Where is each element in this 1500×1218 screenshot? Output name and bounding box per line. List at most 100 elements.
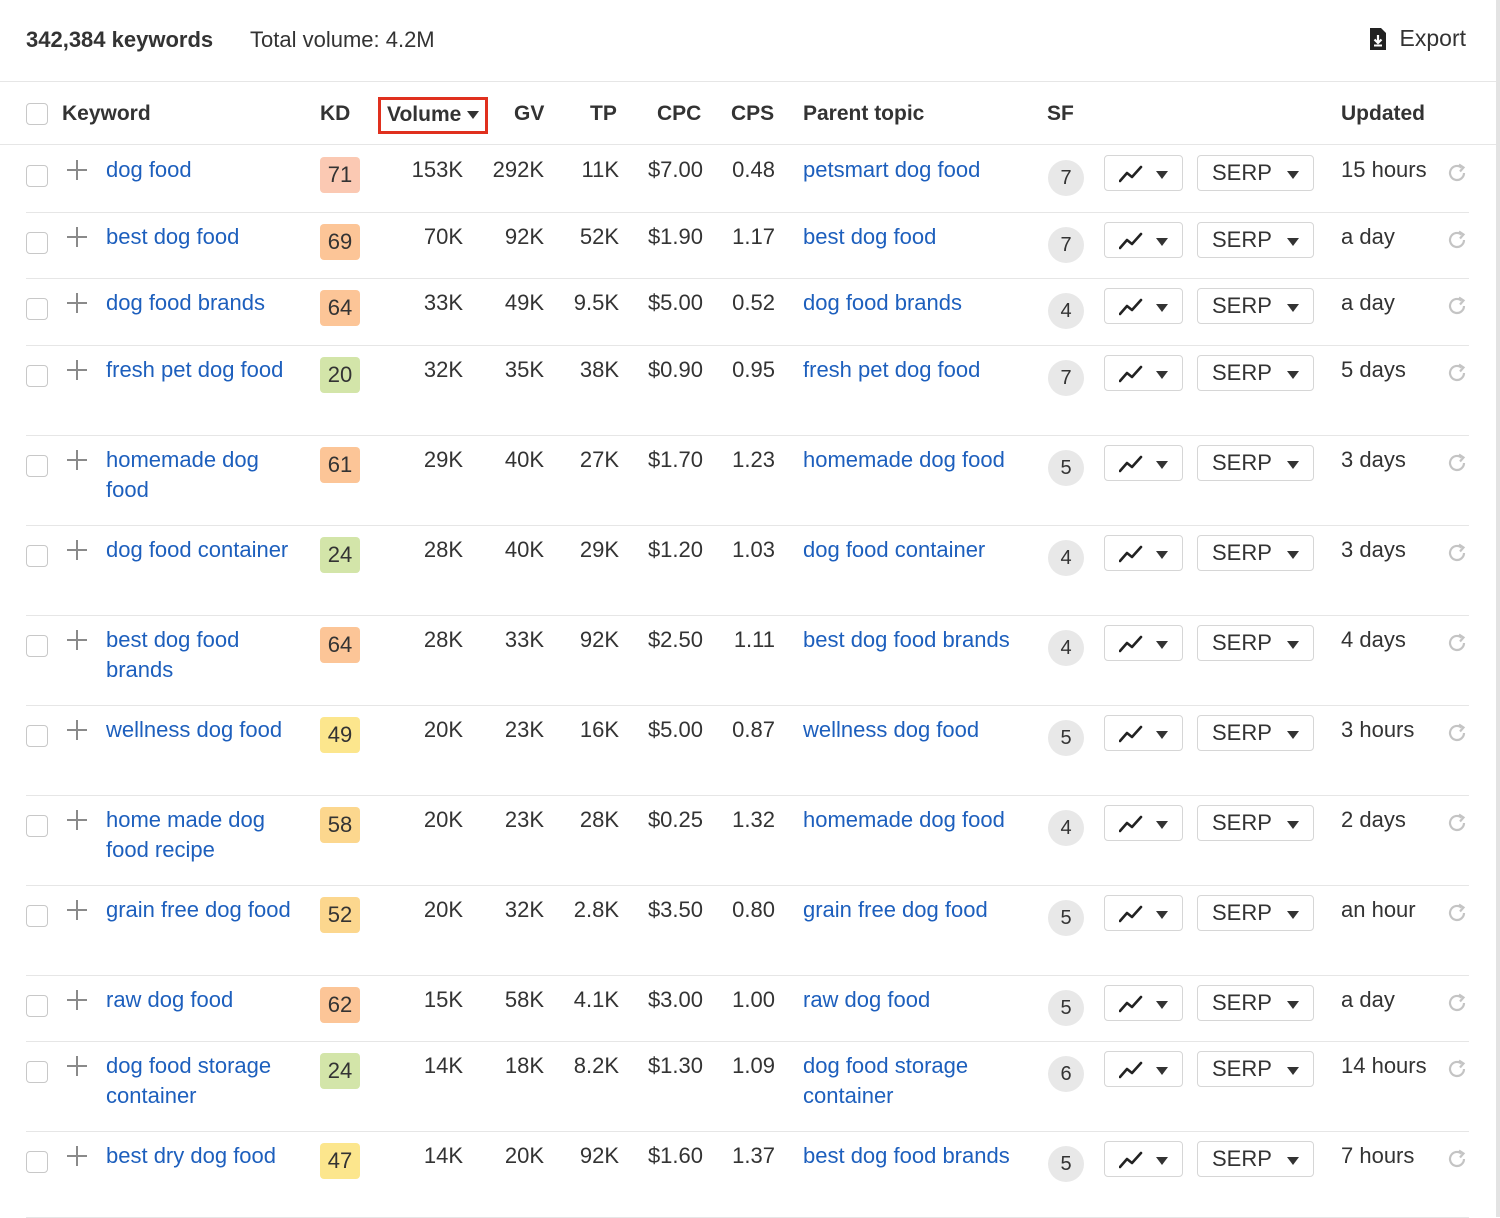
keyword-link[interactable]: wellness dog food [106,715,306,745]
refresh-icon[interactable] [1446,229,1468,256]
parent-topic-link[interactable]: raw dog food [803,985,1018,1015]
refresh-icon[interactable] [1446,452,1468,479]
keyword-link[interactable]: raw dog food [106,985,306,1015]
column-header-sf[interactable]: SF [1047,102,1074,126]
serp-dropdown-button[interactable]: SERP [1197,625,1314,661]
keyword-link[interactable]: dog food container [106,535,306,565]
serp-dropdown-button[interactable]: SERP [1197,1051,1314,1087]
add-to-list-plus-icon[interactable] [66,899,88,921]
parent-topic-link[interactable]: wellness dog food [803,715,1018,745]
parent-topic-link[interactable]: fresh pet dog food [803,355,1018,385]
refresh-icon[interactable] [1446,295,1468,322]
trend-dropdown-button[interactable] [1104,445,1183,481]
refresh-icon[interactable] [1446,542,1468,569]
trend-dropdown-button[interactable] [1104,715,1183,751]
keyword-link[interactable]: fresh pet dog food [106,355,306,385]
add-to-list-plus-icon[interactable] [66,159,88,181]
vertical-scrollbar[interactable] [1496,0,1500,1217]
serp-dropdown-button[interactable]: SERP [1197,155,1314,191]
serp-features-count[interactable]: 7 [1048,160,1084,196]
parent-topic-link[interactable]: best dog food brands [803,1141,1018,1171]
serp-dropdown-button[interactable]: SERP [1197,805,1314,841]
serp-features-count[interactable]: 7 [1048,360,1084,396]
trend-dropdown-button[interactable] [1104,1141,1183,1177]
trend-dropdown-button[interactable] [1104,222,1183,258]
add-to-list-plus-icon[interactable] [66,292,88,314]
trend-dropdown-button[interactable] [1104,1051,1183,1087]
serp-features-count[interactable]: 7 [1048,227,1084,263]
add-to-list-plus-icon[interactable] [66,1145,88,1167]
parent-topic-link[interactable]: homemade dog food [803,805,1018,835]
trend-dropdown-button[interactable] [1104,535,1183,571]
parent-topic-link[interactable]: dog food brands [803,288,1018,318]
trend-dropdown-button[interactable] [1104,985,1183,1021]
serp-features-count[interactable]: 4 [1048,810,1084,846]
serp-dropdown-button[interactable]: SERP [1197,445,1314,481]
row-checkbox[interactable] [26,298,48,320]
add-to-list-plus-icon[interactable] [66,449,88,471]
refresh-icon[interactable] [1446,1148,1468,1175]
keyword-link[interactable]: homemade dog food [106,445,306,505]
row-checkbox[interactable] [26,905,48,927]
row-checkbox[interactable] [26,1151,48,1173]
refresh-icon[interactable] [1446,992,1468,1019]
column-header-volume-highlighted[interactable]: Volume [378,97,488,134]
parent-topic-link[interactable]: petsmart dog food [803,155,1018,185]
column-header-updated[interactable]: Updated [1341,102,1425,126]
row-checkbox[interactable] [26,165,48,187]
keyword-link[interactable]: grain free dog food [106,895,306,925]
serp-features-count[interactable]: 4 [1048,293,1084,329]
serp-dropdown-button[interactable]: SERP [1197,985,1314,1021]
serp-features-count[interactable]: 6 [1048,1056,1084,1092]
column-header-kd[interactable]: KD [320,102,350,126]
serp-dropdown-button[interactable]: SERP [1197,895,1314,931]
column-header-keyword[interactable]: Keyword [62,102,151,126]
keyword-link[interactable]: dog food [106,155,306,185]
row-checkbox[interactable] [26,635,48,657]
trend-dropdown-button[interactable] [1104,355,1183,391]
parent-topic-link[interactable]: dog food container [803,535,1018,565]
parent-topic-link[interactable]: best dog food [803,222,1018,252]
trend-dropdown-button[interactable] [1104,895,1183,931]
add-to-list-plus-icon[interactable] [66,629,88,651]
keyword-link[interactable]: best dog food brands [106,625,306,685]
row-checkbox[interactable] [26,365,48,387]
keyword-link[interactable]: dog food brands [106,288,306,318]
serp-features-count[interactable]: 5 [1048,900,1084,936]
serp-features-count[interactable]: 5 [1048,990,1084,1026]
column-header-cps[interactable]: CPS [731,102,774,126]
add-to-list-plus-icon[interactable] [66,359,88,381]
trend-dropdown-button[interactable] [1104,288,1183,324]
row-checkbox[interactable] [26,995,48,1017]
parent-topic-link[interactable]: grain free dog food [803,895,1018,925]
column-header-volume[interactable]: Volume [387,103,480,127]
trend-dropdown-button[interactable] [1104,805,1183,841]
serp-dropdown-button[interactable]: SERP [1197,715,1314,751]
refresh-icon[interactable] [1446,362,1468,389]
column-header-gv[interactable]: GV [514,102,544,126]
refresh-icon[interactable] [1446,1058,1468,1085]
parent-topic-link[interactable]: dog food storage container [803,1051,1018,1111]
keyword-link[interactable]: best dry dog food [106,1141,306,1171]
refresh-icon[interactable] [1446,902,1468,929]
serp-features-count[interactable]: 5 [1048,720,1084,756]
keyword-link[interactable]: dog food storage container [106,1051,306,1111]
serp-features-count[interactable]: 4 [1048,540,1084,576]
add-to-list-plus-icon[interactable] [66,1055,88,1077]
serp-dropdown-button[interactable]: SERP [1197,288,1314,324]
serp-features-count[interactable]: 5 [1048,450,1084,486]
serp-dropdown-button[interactable]: SERP [1197,222,1314,258]
row-checkbox[interactable] [26,455,48,477]
add-to-list-plus-icon[interactable] [66,226,88,248]
refresh-icon[interactable] [1446,162,1468,189]
keyword-link[interactable]: best dog food [106,222,306,252]
parent-topic-link[interactable]: homemade dog food [803,445,1018,475]
add-to-list-plus-icon[interactable] [66,719,88,741]
refresh-icon[interactable] [1446,722,1468,749]
column-header-cpc[interactable]: CPC [657,102,701,126]
trend-dropdown-button[interactable] [1104,625,1183,661]
add-to-list-plus-icon[interactable] [66,809,88,831]
row-checkbox[interactable] [26,232,48,254]
serp-features-count[interactable]: 5 [1048,1146,1084,1182]
refresh-icon[interactable] [1446,632,1468,659]
